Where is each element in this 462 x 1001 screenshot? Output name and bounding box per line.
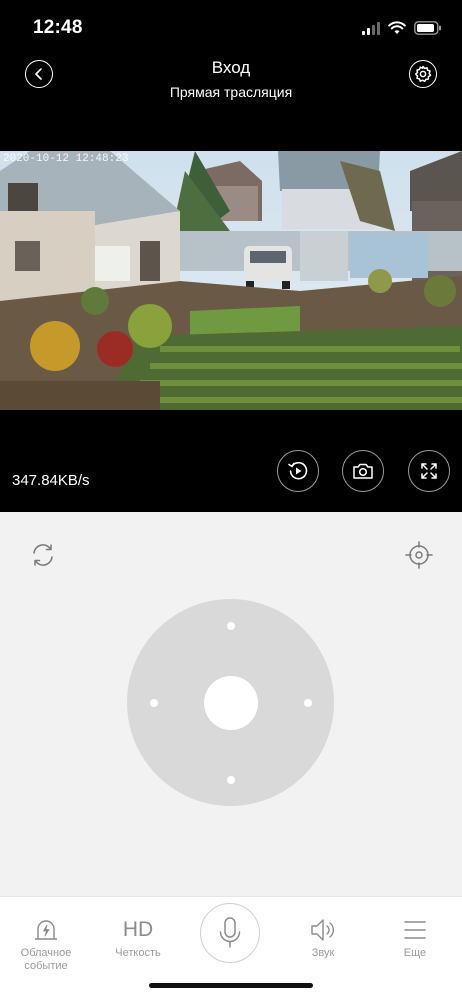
cloud-event-icon xyxy=(35,920,57,940)
battery-icon xyxy=(414,21,441,35)
tab-label: событие xyxy=(24,960,68,972)
tab-quality[interactable]: HD Четкость xyxy=(93,917,183,960)
tab-cloud-event[interactable]: Облачное событие xyxy=(1,917,91,973)
ptz-right-dot[interactable] xyxy=(304,699,312,707)
tab-label: Четкость xyxy=(115,947,161,959)
fullscreen-button[interactable] xyxy=(408,450,450,492)
video-timestamp: 2020-10-12 12:48:23 xyxy=(3,153,129,165)
playback-icon xyxy=(288,461,308,480)
bitrate-readout: 347.84KB/s xyxy=(12,472,90,489)
speaker-icon xyxy=(311,919,334,941)
settings-button[interactable] xyxy=(409,60,437,88)
page-title: Вход xyxy=(211,58,251,77)
camera-icon xyxy=(353,463,373,479)
microphone-icon xyxy=(219,917,241,948)
talk-button[interactable] xyxy=(200,903,260,963)
ptz-down-dot[interactable] xyxy=(227,776,235,784)
tab-label: Звук xyxy=(311,947,335,959)
rotate-button[interactable] xyxy=(28,540,58,570)
tab-more[interactable]: Еще xyxy=(370,917,460,960)
camera-image xyxy=(0,151,462,410)
tab-sound[interactable]: Звук xyxy=(278,917,368,960)
tab-label: Еще xyxy=(403,947,427,959)
status-time: 12:48 xyxy=(33,17,83,38)
ptz-center-handle[interactable] xyxy=(204,676,258,730)
gear-icon xyxy=(414,65,432,83)
page-subtitle: Прямая трасляция xyxy=(169,84,293,100)
refresh-icon xyxy=(33,544,53,566)
live-video-feed[interactable]: 2020-10-12 12:48:23 xyxy=(0,151,462,410)
hd-icon: HD xyxy=(122,918,154,941)
crosshair-icon xyxy=(405,541,433,569)
calibrate-button[interactable] xyxy=(404,540,434,570)
ptz-left-dot[interactable] xyxy=(150,699,158,707)
playback-button[interactable] xyxy=(277,450,319,492)
snapshot-button[interactable] xyxy=(342,450,384,492)
tab-label: Облачное xyxy=(20,947,72,959)
ptz-up-dot[interactable] xyxy=(227,622,235,630)
fullscreen-icon xyxy=(421,463,437,479)
cellular-signal-icon xyxy=(362,21,380,35)
status-icons xyxy=(362,19,442,37)
home-indicator xyxy=(149,983,313,988)
wifi-icon xyxy=(388,21,406,34)
menu-icon xyxy=(404,921,426,939)
